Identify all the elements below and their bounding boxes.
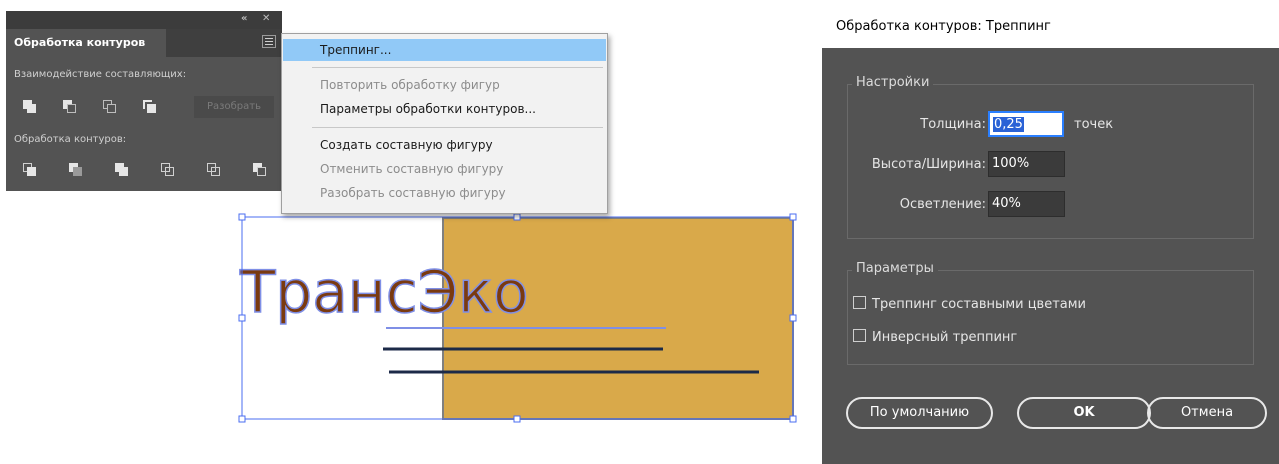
- menu-item-expand-compound[interactable]: Разобрать составную фигуру: [283, 182, 606, 204]
- checkbox-icon: [853, 329, 866, 342]
- tint-label: Осветление:: [899, 197, 986, 212]
- logo-text[interactable]: ТрансЭко: [238, 257, 529, 327]
- settings-legend: Настройки: [852, 75, 934, 90]
- thickness-input[interactable]: 0,25: [988, 111, 1064, 137]
- height-width-input[interactable]: 100%: [988, 151, 1065, 177]
- thickness-value: 0,25: [993, 117, 1024, 132]
- trap-dialog: Обработка контуров: Треппинг Настройки Т…: [822, 0, 1279, 464]
- thickness-label: Толщина:: [920, 117, 986, 132]
- height-width-label: Высота/Ширина:: [871, 157, 986, 172]
- menu-separator: [312, 127, 603, 128]
- defaults-button[interactable]: По умолчанию: [846, 397, 993, 429]
- menu-item-repeat[interactable]: Повторить обработку фигур: [283, 74, 606, 96]
- options-legend: Параметры: [852, 261, 938, 276]
- menu-item-trap[interactable]: Треппинг...: [283, 39, 606, 61]
- dialog-title: Обработка контуров: Треппинг: [822, 0, 1279, 48]
- thickness-unit: точек: [1074, 117, 1114, 132]
- menu-separator: [312, 67, 603, 68]
- cancel-button[interactable]: Отмена: [1147, 397, 1267, 429]
- checkbox-icon: [853, 296, 866, 309]
- menu-item-make-compound[interactable]: Создать составную фигуру: [283, 134, 606, 156]
- traps-process-color-checkbox[interactable]: Треппинг составными цветами: [853, 296, 1086, 313]
- reverse-traps-label: Инверсный треппинг: [872, 330, 1018, 345]
- menu-item-release-compound[interactable]: Отменить составную фигуру: [283, 158, 606, 180]
- options-group: Параметры: [847, 261, 1254, 365]
- reverse-traps-checkbox[interactable]: Инверсный треппинг: [853, 329, 1017, 346]
- pathfinder-flyout-menu: Треппинг... Повторить обработку фигур Па…: [281, 33, 608, 214]
- tint-input[interactable]: 40%: [988, 191, 1065, 217]
- traps-process-color-label: Треппинг составными цветами: [872, 297, 1087, 312]
- menu-item-pathfinder-options[interactable]: Параметры обработки контуров...: [283, 98, 606, 120]
- ok-button[interactable]: OK: [1017, 397, 1151, 429]
